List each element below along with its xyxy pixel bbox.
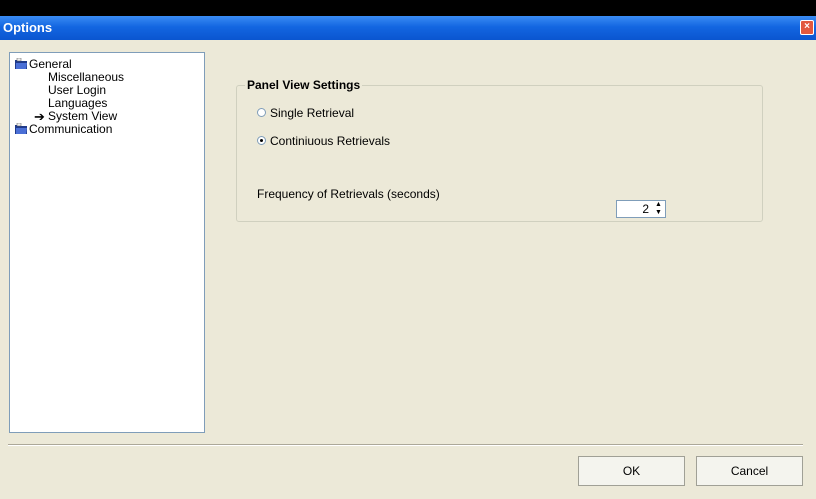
tree-item-label: User Login (48, 83, 107, 97)
group-legend: Panel View Settings (245, 78, 363, 92)
frequency-spinner[interactable]: 2 ▲ ▼ (616, 200, 666, 218)
radio-button-checked[interactable] (257, 136, 266, 145)
tree-item-label: Languages (48, 96, 108, 110)
frequency-label: Frequency of Retrievals (seconds) (257, 187, 440, 201)
ok-button[interactable]: OK (578, 456, 685, 486)
folder-icon (15, 58, 27, 69)
frequency-value[interactable]: 2 (617, 201, 649, 217)
radio-label: Single Retrieval (270, 106, 355, 120)
window-title: Options (3, 20, 53, 35)
radio-button[interactable] (257, 108, 266, 117)
folder-icon (15, 123, 27, 134)
radio-label: Continiuous Retrievals (270, 134, 391, 148)
tree-item-label: Communication (29, 122, 113, 136)
cancel-button[interactable]: Cancel (696, 456, 803, 486)
title-bar[interactable]: Options × (0, 16, 816, 40)
close-icon: × (804, 21, 810, 32)
options-window: Options × General Miscellaneous User Log… (0, 16, 816, 499)
spin-up-icon[interactable]: ▲ (652, 201, 665, 209)
close-button[interactable]: × (800, 20, 814, 35)
spin-down-icon[interactable]: ▼ (652, 209, 665, 217)
panel-view-settings-group: Panel View Settings Single Retrieval Con… (236, 79, 763, 222)
tree-item-label: Miscellaneous (48, 70, 125, 84)
options-tree[interactable]: General Miscellaneous User Login Languag… (9, 52, 205, 433)
footer-separator (8, 444, 803, 446)
